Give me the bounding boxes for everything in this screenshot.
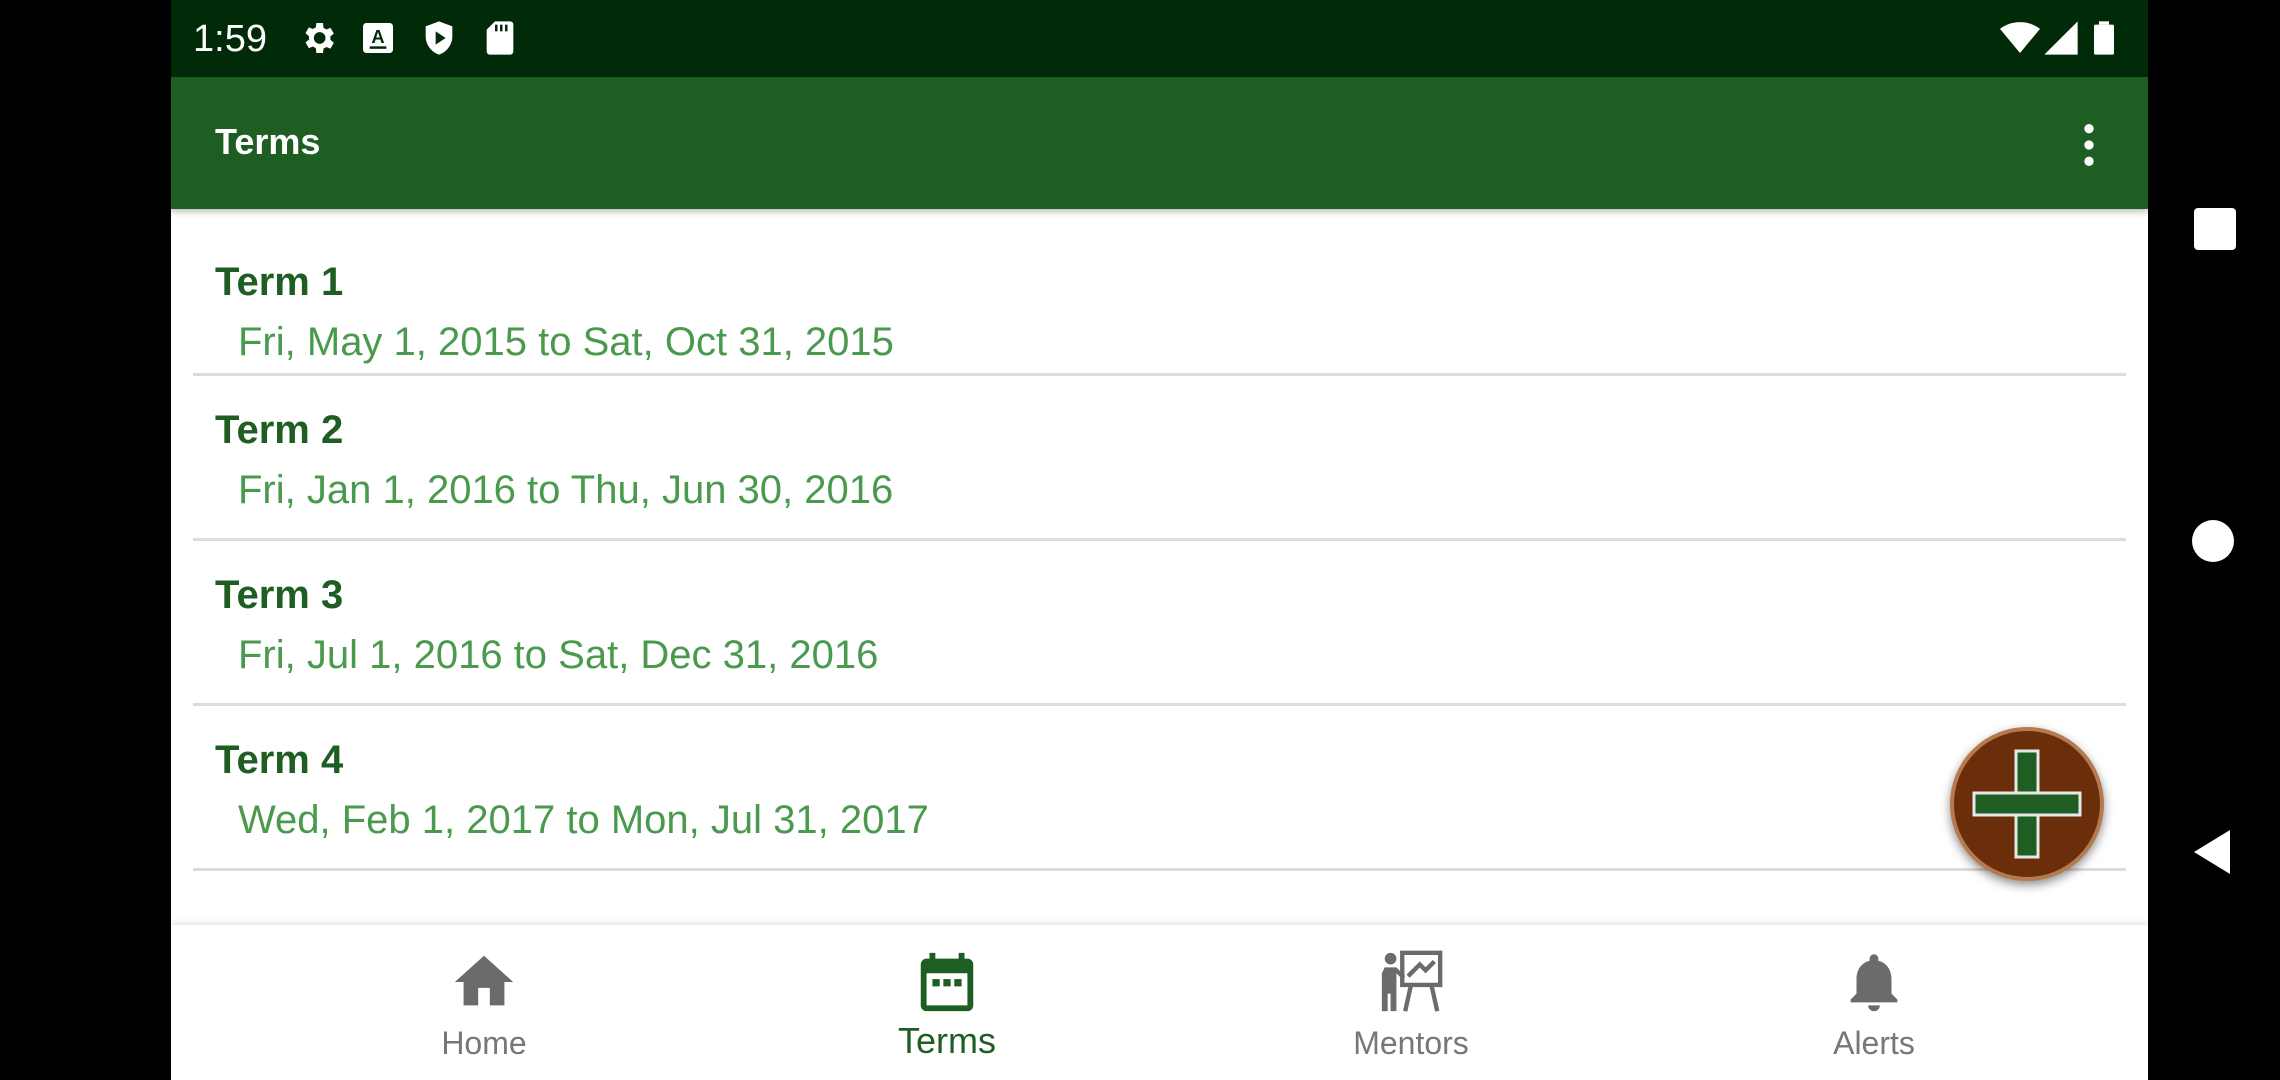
- term-dates: Fri, Jul 1, 2016 to Sat, Dec 31, 2016: [238, 633, 879, 677]
- add-term-button[interactable]: [1950, 727, 2104, 881]
- back-icon[interactable]: [2190, 828, 2238, 876]
- nav-label: Mentors: [1353, 1025, 1469, 1061]
- keyboard-a-icon: A: [358, 18, 398, 58]
- gear-icon: [298, 18, 338, 58]
- recents-icon[interactable]: [2194, 208, 2236, 250]
- list-item[interactable]: Term 2 Fri, Jan 1, 2016 to Thu, Jun 30, …: [193, 376, 2126, 541]
- nav-mentors[interactable]: Mentors: [1261, 925, 1561, 1080]
- bottom-nav: Home Terms Mentors Alerts: [171, 925, 2148, 1080]
- nav-alerts[interactable]: Alerts: [1724, 925, 2024, 1080]
- nav-label: Home: [441, 1025, 527, 1061]
- nav-label: Alerts: [1833, 1025, 1915, 1061]
- term-dates: Fri, May 1, 2015 to Sat, Oct 31, 2015: [238, 320, 894, 364]
- term-dates: Wed, Feb 1, 2017 to Mon, Jul 31, 2017: [238, 798, 929, 842]
- screen: 1:59 A Terms Term 1 Fri, May 1, 2015 to …: [171, 0, 2148, 1080]
- status-time: 1:59: [193, 18, 267, 60]
- nav-label: Terms: [898, 1020, 996, 1061]
- calendar-icon: [912, 947, 982, 1017]
- term-title: Term 3: [215, 573, 344, 617]
- app-bar: Terms: [171, 77, 2148, 209]
- wifi-icon: [2000, 18, 2040, 58]
- list-item[interactable]: Term 1 Fri, May 1, 2015 to Sat, Oct 31, …: [193, 210, 2126, 376]
- home-circle-icon[interactable]: [2192, 520, 2234, 562]
- term-title: Term 4: [215, 738, 344, 782]
- nav-home[interactable]: Home: [334, 925, 634, 1080]
- battery-icon: [2084, 18, 2124, 58]
- term-title: Term 1: [215, 260, 344, 304]
- bell-icon: [1839, 947, 1909, 1017]
- add-icon: [1972, 749, 2082, 859]
- svg-text:A: A: [371, 26, 384, 47]
- status-bar: 1:59 A: [171, 0, 2148, 77]
- term-list: Term 1 Fri, May 1, 2015 to Sat, Oct 31, …: [171, 210, 2148, 871]
- sd-card-icon: [480, 18, 520, 58]
- more-vert-icon[interactable]: [2061, 113, 2117, 177]
- list-item[interactable]: Term 4 Wed, Feb 1, 2017 to Mon, Jul 31, …: [193, 706, 2126, 871]
- term-dates: Fri, Jan 1, 2016 to Thu, Jun 30, 2016: [238, 468, 894, 512]
- page-title: Terms: [215, 121, 321, 162]
- teacher-icon: [1376, 947, 1446, 1017]
- signal-icon: [2041, 18, 2081, 58]
- play-protect-icon: [419, 18, 459, 58]
- home-icon: [449, 947, 519, 1017]
- nav-terms[interactable]: Terms: [797, 925, 1097, 1080]
- term-title: Term 2: [215, 408, 344, 452]
- list-item[interactable]: Term 3 Fri, Jul 1, 2016 to Sat, Dec 31, …: [193, 541, 2126, 706]
